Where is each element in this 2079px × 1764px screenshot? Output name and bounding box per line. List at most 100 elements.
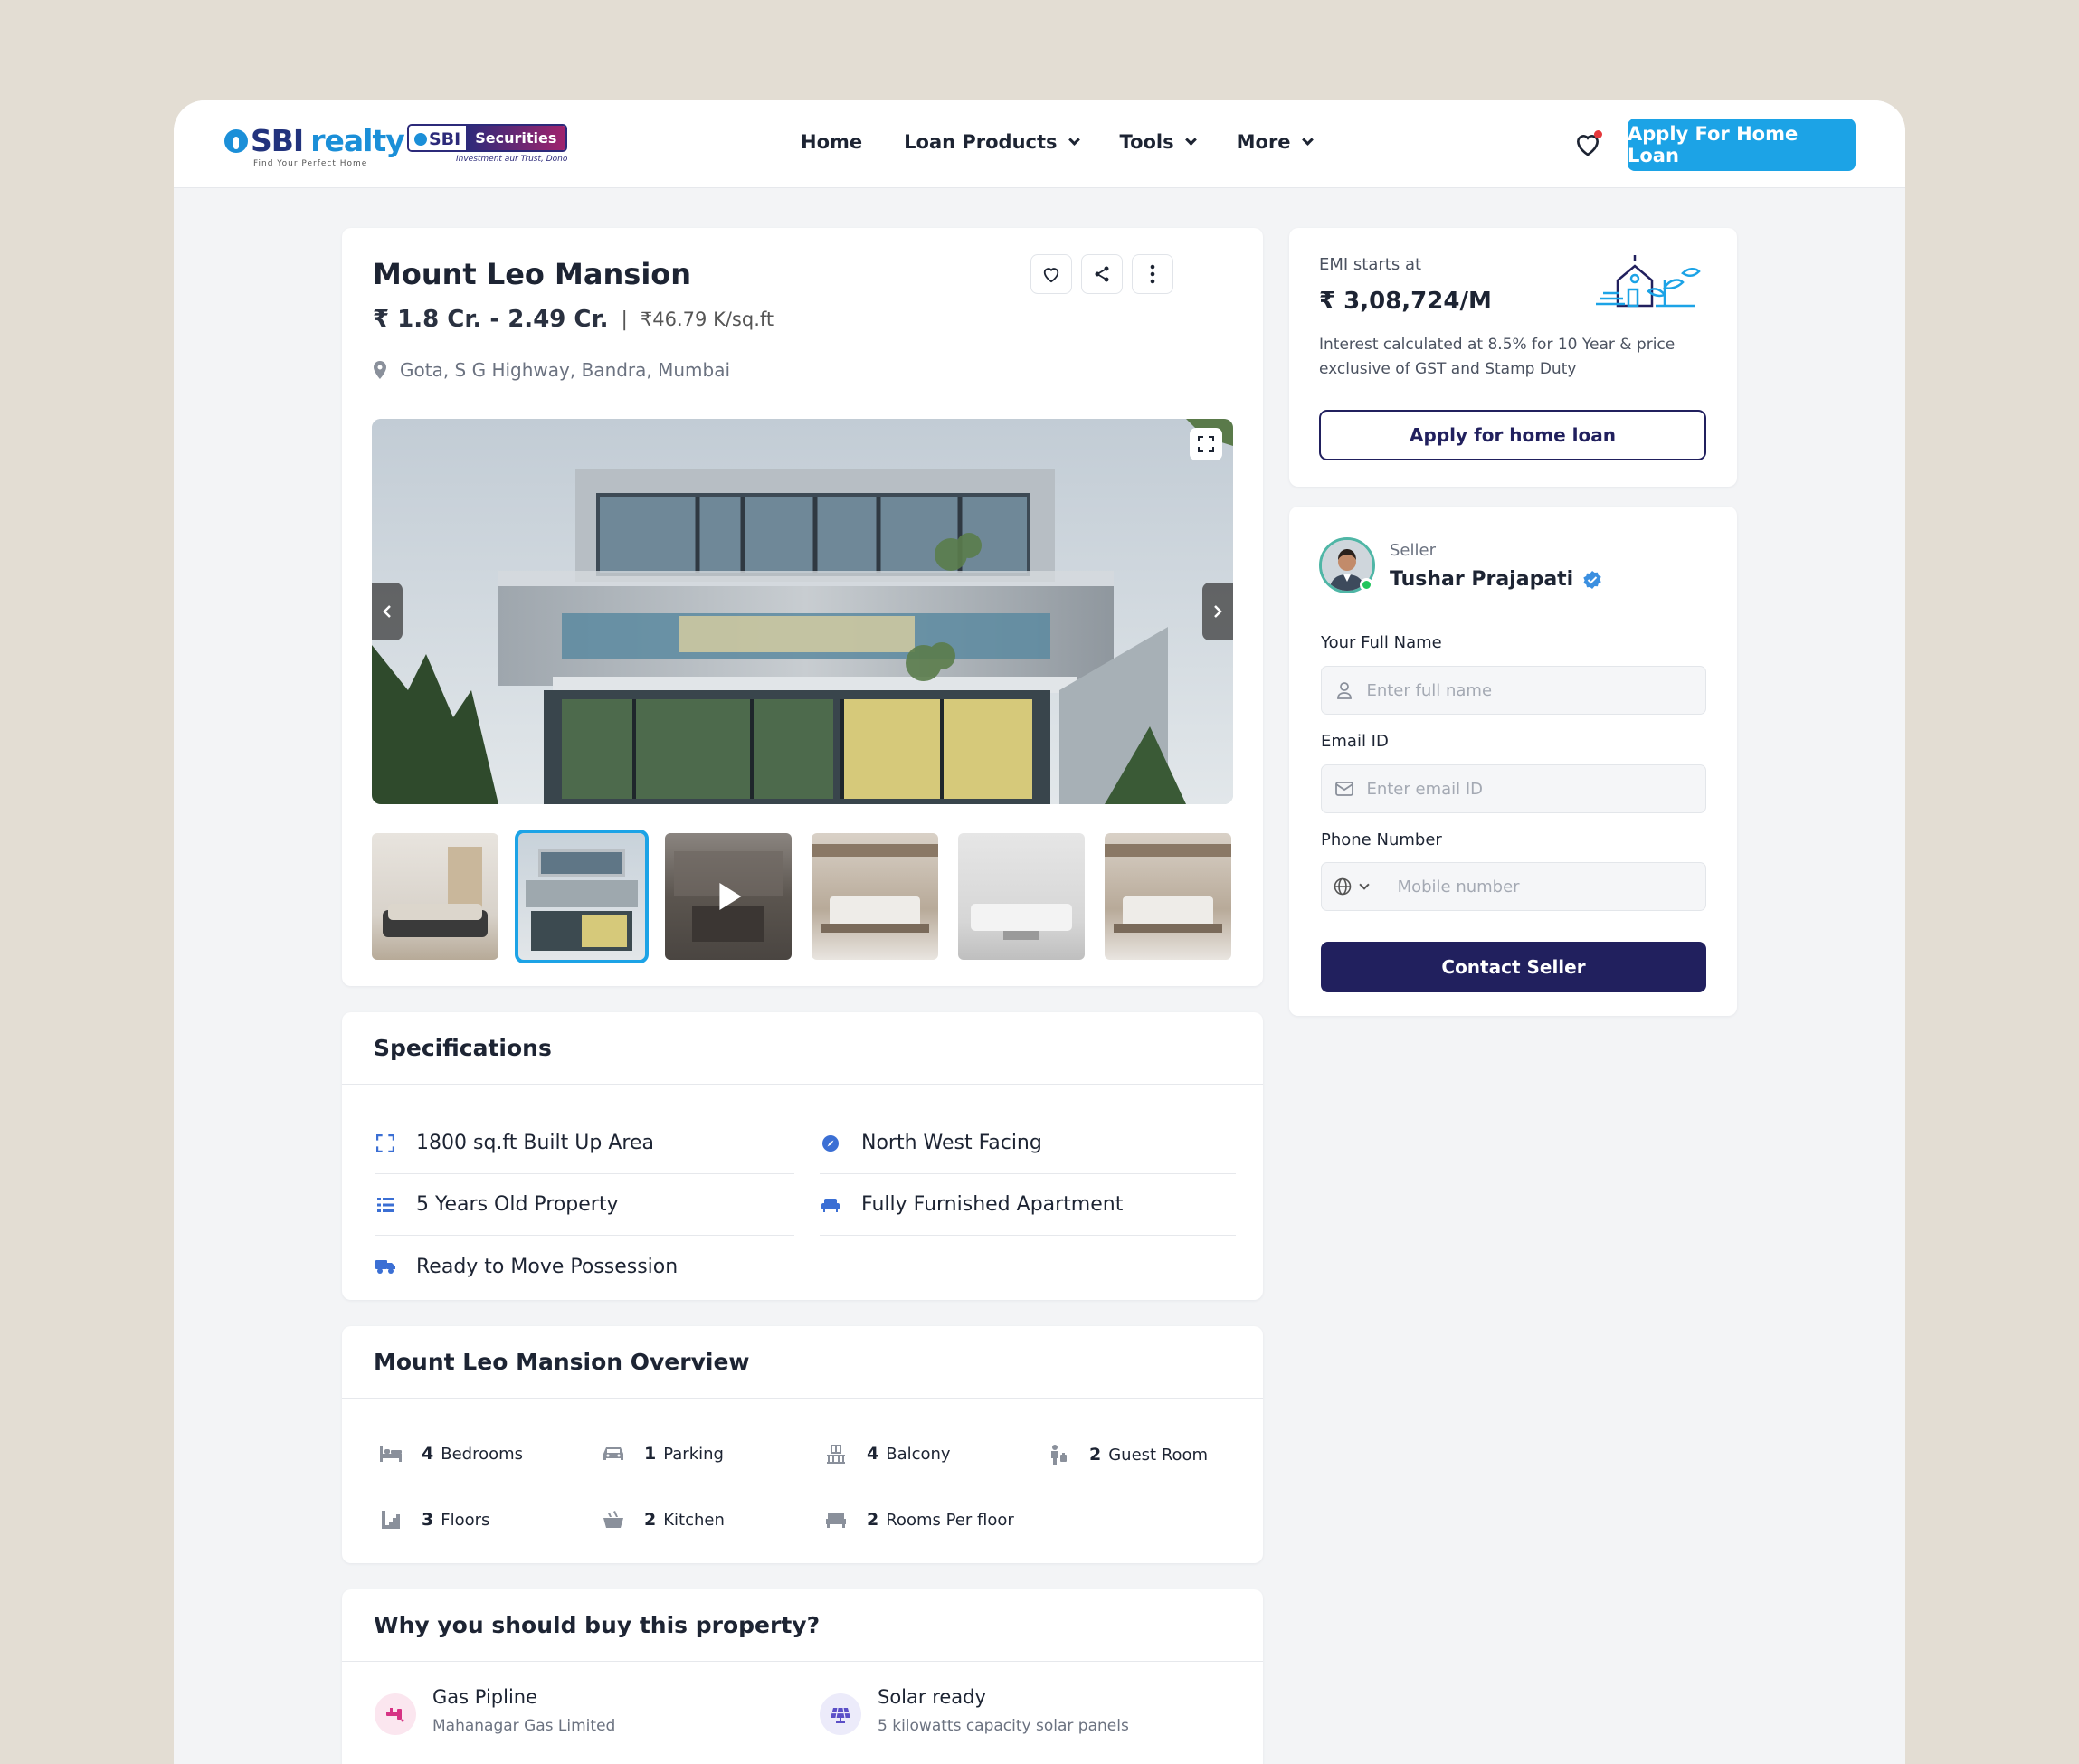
overview-parking: 1 Parking	[601, 1444, 724, 1464]
play-icon	[719, 883, 742, 910]
thumbnail-white-sofa[interactable]	[958, 833, 1085, 960]
overview-kitchen: 2 Kitchen	[601, 1510, 725, 1530]
thumbnail-sofa[interactable]	[372, 833, 498, 960]
gallery-next-button[interactable]	[1202, 583, 1233, 640]
why-buy-gas-pipeline: Gas Pipline Mahanagar Gas Limited	[375, 1686, 615, 1735]
share-icon	[1095, 266, 1109, 282]
property-main-image	[372, 419, 1233, 804]
seller-name-text: Tushar Prajapati	[1390, 568, 1574, 591]
sofa-icon	[821, 1198, 840, 1212]
full-name-field[interactable]	[1321, 666, 1706, 715]
phone-field[interactable]	[1321, 862, 1706, 911]
specifications-card: Specifications 1800 sq.ft Built Up Area …	[342, 1012, 1263, 1300]
heart-icon	[1043, 268, 1059, 283]
seller-name: Tushar Prajapati	[1390, 568, 1602, 591]
emi-note: Interest calculated at 8.5% for 10 Year …	[1319, 336, 1676, 378]
logo-brand-realty: realty	[310, 123, 405, 158]
site-header: SBI realty Find Your Perfect Home SBI Se…	[174, 100, 1905, 188]
overview-floors: 3 Floors	[378, 1510, 489, 1530]
list-icon	[377, 1197, 394, 1212]
house-plant-icon	[1596, 255, 1701, 308]
location-pin-icon	[374, 361, 386, 379]
guest-icon	[1051, 1445, 1067, 1465]
favorites-button[interactable]	[1573, 130, 1604, 159]
kitchen-icon	[603, 1511, 623, 1528]
thumbnail-building[interactable]	[515, 830, 649, 963]
fullscreen-button[interactable]	[1190, 428, 1222, 460]
overview-guest-room-count: 2	[1089, 1445, 1102, 1465]
thumbnail-video-dining[interactable]	[665, 833, 792, 960]
why-buy-solar-title: Solar ready	[878, 1686, 986, 1708]
nav-more[interactable]: More	[1237, 131, 1314, 153]
car-icon	[603, 1447, 623, 1460]
nav-loan-products-label: Loan Products	[904, 131, 1058, 153]
nav-loan-products[interactable]: Loan Products	[904, 131, 1080, 153]
property-image-gallery[interactable]	[372, 419, 1233, 804]
room-icon	[826, 1513, 846, 1528]
nav-tools-label: Tools	[1119, 131, 1174, 153]
price-per-sqft: ₹46.79 K/sq.ft	[640, 308, 774, 330]
thumbnail-living-room[interactable]	[812, 833, 938, 960]
overview-heading: Mount Leo Mansion Overview	[342, 1326, 1263, 1399]
spec-property-age: 5 Years Old Property	[375, 1174, 794, 1236]
overview-parking-label: Parking	[663, 1444, 724, 1464]
spec-furnishing-label: Fully Furnished Apartment	[861, 1193, 1124, 1216]
apply-home-loan-button[interactable]: Apply For Home Loan	[1628, 119, 1856, 171]
bed-icon	[380, 1446, 402, 1462]
sec-logo-sbi: SBI	[429, 128, 461, 149]
overview-floors-label: Floors	[441, 1510, 490, 1530]
why-buy-solar-subtitle: 5 kilowatts capacity solar panels	[878, 1717, 1129, 1735]
overview-bedrooms-label: Bedrooms	[441, 1444, 524, 1464]
logo-mark-icon	[224, 128, 248, 153]
overview-bedrooms-count: 4	[422, 1444, 434, 1464]
online-status-dot	[1360, 578, 1373, 592]
nav-home[interactable]: Home	[801, 131, 862, 153]
browser-window: SBI realty Find Your Perfect Home SBI Se…	[174, 100, 1905, 1764]
nav-tools[interactable]: Tools	[1119, 131, 1197, 153]
phone-input[interactable]	[1381, 877, 1705, 896]
price-row: ₹ 1.8 Cr. - 2.49 Cr. | ₹46.79 K/sq.ft	[373, 306, 774, 333]
expand-icon	[1198, 436, 1214, 452]
email-field[interactable]	[1321, 764, 1706, 813]
why-buy-heading: Why you should buy this property?	[342, 1589, 1263, 1662]
property-title: Mount Leo Mansion	[373, 257, 692, 291]
property-card: Mount Leo Mansion ₹ 1.8 Cr. - 2.49 Cr. |…	[342, 228, 1263, 986]
chevron-down-icon	[1068, 134, 1080, 146]
globe-icon	[1334, 877, 1352, 896]
gallery-thumbnails	[372, 830, 1251, 963]
overview-bedrooms: 4 Bedrooms	[378, 1444, 523, 1464]
apply-for-home-loan-button[interactable]: Apply for home loan	[1319, 410, 1706, 460]
country-code-select[interactable]	[1322, 863, 1381, 910]
more-options-button[interactable]	[1132, 254, 1173, 294]
email-input[interactable]	[1366, 779, 1705, 799]
overview-rooms-per-floor-label: Rooms Per floor	[886, 1510, 1014, 1530]
chevron-down-icon	[1359, 879, 1370, 890]
share-property-button[interactable]	[1081, 254, 1123, 294]
why-buy-gas-title: Gas Pipline	[432, 1686, 538, 1708]
full-name-label: Your Full Name	[1321, 633, 1442, 652]
verified-badge-icon	[1583, 570, 1601, 589]
overview-guest-room: 2 Guest Room	[1046, 1444, 1208, 1465]
spec-possession-label: Ready to Move Possession	[416, 1255, 679, 1278]
gallery-prev-button[interactable]	[372, 583, 403, 640]
price-range: ₹ 1.8 Cr. - 2.49 Cr.	[373, 306, 609, 333]
nav-home-label: Home	[801, 131, 863, 153]
overview-rooms-per-floor: 2 Rooms Per floor	[823, 1510, 1014, 1530]
price-separator: |	[621, 308, 628, 331]
sbi-securities-logo[interactable]: SBI Securities Investment aur Trust, Don…	[407, 124, 568, 164]
why-buy-gas-subtitle: Mahanagar Gas Limited	[432, 1717, 616, 1735]
thumbnail-living-room-2[interactable]	[1105, 833, 1231, 960]
contact-seller-button[interactable]: Contact Seller	[1321, 942, 1706, 992]
full-name-input[interactable]	[1366, 680, 1705, 700]
property-location: Gota, S G Highway, Bandra, Mumbai	[373, 359, 730, 381]
save-property-button[interactable]	[1030, 254, 1072, 294]
spec-facing: North West Facing	[820, 1113, 1236, 1174]
chevron-right-icon	[1214, 605, 1222, 618]
sbi-realty-logo[interactable]: SBI realty Find Your Perfect Home	[224, 123, 405, 168]
sec-logo-name: Securities	[466, 126, 566, 150]
location-text: Gota, S G Highway, Bandra, Mumbai	[400, 359, 731, 381]
more-vertical-icon	[1150, 264, 1155, 284]
expand-area-icon	[376, 1133, 394, 1152]
overview-kitchen-label: Kitchen	[663, 1510, 725, 1530]
chevron-down-icon	[1184, 134, 1197, 146]
